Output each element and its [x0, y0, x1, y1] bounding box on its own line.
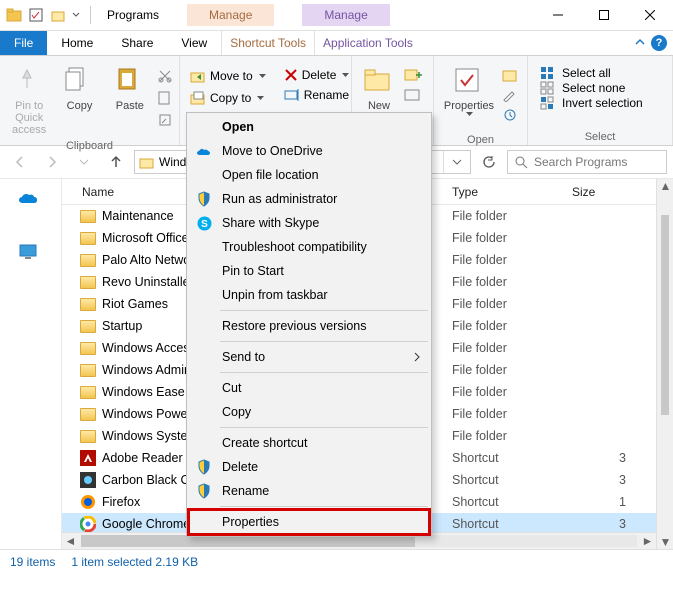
ctx-rename[interactable]: Rename [188, 479, 430, 503]
status-count: 19 items [10, 555, 55, 569]
help-icon[interactable]: ? [651, 35, 667, 51]
select-none-button[interactable]: Select none [540, 81, 643, 95]
column-type[interactable]: Type [452, 185, 572, 199]
scroll-v-track[interactable] [657, 193, 673, 535]
folder-icon [80, 230, 96, 246]
paste-shortcut-icon[interactable] [157, 112, 173, 128]
ctx-open-file-location[interactable]: Open file location [188, 163, 430, 187]
group-open-label: Open [434, 134, 527, 148]
scroll-down-button[interactable]: ▼ [657, 535, 673, 549]
context-menu: OpenMove to OneDriveOpen file locationRu… [186, 112, 432, 537]
move-to-button[interactable]: Move to [184, 66, 272, 86]
history-icon[interactable] [502, 108, 518, 122]
pin-quick-access-button[interactable]: Pin to Quick access [4, 60, 54, 136]
recent-button[interactable] [70, 149, 98, 175]
ctx-move-to-onedrive[interactable]: Move to OneDrive [188, 139, 430, 163]
refresh-button[interactable] [475, 149, 503, 175]
ctx-share-with-skype[interactable]: SShare with Skype [188, 211, 430, 235]
ctx-properties[interactable]: Properties [188, 510, 430, 534]
close-button[interactable] [627, 0, 673, 30]
properties-button[interactable]: Properties [438, 60, 500, 116]
paste-button[interactable]: Paste [105, 60, 155, 112]
ctx-open[interactable]: Open [188, 115, 430, 139]
open-icon[interactable] [502, 68, 518, 82]
search-input[interactable]: Search Programs [507, 150, 667, 174]
firefox-icon [80, 494, 96, 510]
scroll-up-button[interactable]: ▲ [657, 179, 673, 193]
thispc-nav-icon[interactable] [18, 243, 42, 267]
folder-icon [80, 274, 96, 290]
forward-button[interactable] [38, 149, 66, 175]
window-title: Programs [101, 8, 159, 22]
delete-button[interactable]: Delete [278, 66, 356, 84]
contextual-tab-app[interactable]: Manage [302, 4, 389, 26]
status-selection: 1 item selected 2.19 KB [71, 555, 198, 569]
ctx-restore-previous-versions[interactable]: Restore previous versions [188, 314, 430, 338]
skype-icon: S [196, 215, 212, 231]
ctx-troubleshoot-compatibility[interactable]: Troubleshoot compatibility [188, 235, 430, 259]
back-button[interactable] [6, 149, 34, 175]
adobe-icon [80, 450, 96, 466]
ctx-run-as-administrator[interactable]: Run as administrator [188, 187, 430, 211]
rename-button[interactable]: Rename [278, 86, 356, 104]
copy-to-button[interactable]: Copy to [184, 88, 272, 108]
scroll-right-button[interactable]: ► [639, 533, 656, 549]
folder-icon [80, 362, 96, 378]
navigation-pane[interactable] [0, 179, 62, 549]
shield-icon [196, 191, 212, 207]
folder-icon [80, 428, 96, 444]
qat-new-icon[interactable] [50, 7, 66, 23]
shield-icon [196, 459, 212, 475]
folder-icon [80, 384, 96, 400]
qat-dropdown-icon[interactable] [72, 11, 80, 19]
minimize-button[interactable] [535, 0, 581, 30]
qat-props-icon[interactable] [28, 7, 44, 23]
search-icon [514, 155, 528, 169]
collapse-ribbon-icon[interactable] [635, 38, 645, 48]
ctx-cut[interactable]: Cut [188, 376, 430, 400]
ctx-delete[interactable]: Delete [188, 455, 430, 479]
copy-button[interactable]: Copy [54, 60, 104, 112]
tab-home[interactable]: Home [47, 31, 107, 55]
ctx-create-shortcut[interactable]: Create shortcut [188, 431, 430, 455]
folder-icon [6, 7, 22, 23]
select-all-button[interactable]: Select all [540, 66, 643, 80]
svg-text:S: S [201, 219, 208, 230]
ctx-copy[interactable]: Copy [188, 400, 430, 424]
folder-icon [80, 208, 96, 224]
onedrive-nav-icon[interactable] [18, 191, 42, 215]
edit-icon[interactable] [502, 88, 518, 102]
new-item-icon[interactable] [404, 68, 422, 82]
easy-access-icon[interactable] [404, 88, 422, 102]
tab-share[interactable]: Share [107, 31, 167, 55]
chevron-right-icon [414, 352, 420, 362]
contextual-tab-shortcut[interactable]: Manage [187, 4, 274, 26]
copy-path-icon[interactable] [157, 90, 173, 106]
scroll-left-button[interactable]: ◄ [62, 533, 79, 549]
chrome-icon [80, 516, 96, 532]
tab-shortcut-tools[interactable]: Shortcut Tools [221, 31, 314, 55]
folder-icon [80, 296, 96, 312]
folder-icon [80, 318, 96, 334]
onedrive-icon [196, 143, 212, 159]
folder-icon [80, 406, 96, 422]
tab-file[interactable]: File [0, 31, 47, 55]
maximize-button[interactable] [581, 0, 627, 30]
shield-icon [196, 483, 212, 499]
tab-view[interactable]: View [167, 31, 221, 55]
ctx-unpin-from-taskbar[interactable]: Unpin from taskbar [188, 283, 430, 307]
group-select-label: Select [528, 131, 672, 145]
ctx-send-to[interactable]: Send to [188, 345, 430, 369]
carbon-icon [80, 472, 96, 488]
folder-icon [80, 252, 96, 268]
ctx-pin-to-start[interactable]: Pin to Start [188, 259, 430, 283]
invert-selection-button[interactable]: Invert selection [540, 96, 643, 110]
tab-app-tools[interactable]: Application Tools [314, 31, 421, 55]
folder-icon [80, 340, 96, 356]
column-size[interactable]: Size [572, 185, 656, 199]
up-button[interactable] [102, 149, 130, 175]
cut-icon[interactable] [157, 68, 173, 84]
